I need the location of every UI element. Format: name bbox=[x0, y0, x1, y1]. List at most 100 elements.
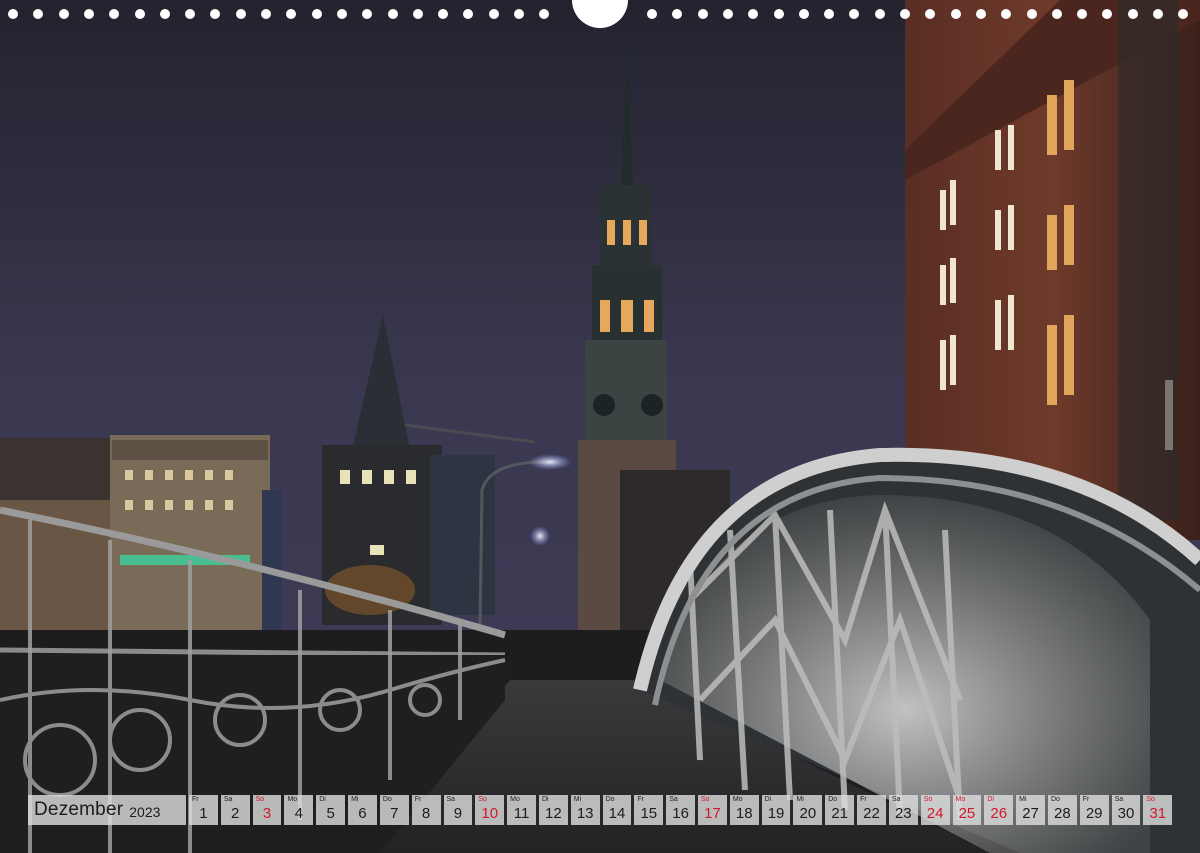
weekday-label: Sa bbox=[1114, 796, 1124, 803]
weekday-label: So bbox=[923, 796, 933, 803]
binding-hole bbox=[134, 9, 145, 19]
day-number: 2 bbox=[231, 805, 240, 822]
weekday-label: Mi bbox=[796, 796, 804, 803]
day-cell: Fr 22 bbox=[857, 795, 886, 825]
weekday-label: Fr bbox=[1082, 796, 1090, 803]
day-number: 6 bbox=[358, 805, 367, 822]
binding-hole bbox=[1127, 9, 1138, 19]
binding-hole bbox=[1051, 9, 1062, 19]
day-number: 17 bbox=[704, 805, 721, 822]
binding-hole bbox=[362, 9, 373, 19]
day-number: 22 bbox=[863, 805, 880, 822]
weekday-label: Mi bbox=[573, 796, 582, 803]
day-cell: Di 26 bbox=[984, 795, 1014, 825]
day-cell: Sa 23 bbox=[888, 795, 918, 825]
weekday-label: Di bbox=[541, 796, 549, 803]
day-number: 14 bbox=[608, 805, 626, 822]
day-cell: So 10 bbox=[475, 795, 505, 825]
day-cell: Do 14 bbox=[602, 795, 632, 825]
binding-hole bbox=[1001, 9, 1012, 19]
month-name: Dezember bbox=[34, 799, 124, 820]
day-cell: So 24 bbox=[920, 795, 950, 825]
day-number: 11 bbox=[513, 805, 530, 822]
binding-hole bbox=[109, 9, 120, 19]
day-cell: Mi 13 bbox=[570, 795, 600, 825]
binding-hole bbox=[539, 9, 550, 19]
weekday-label: Do bbox=[605, 796, 615, 803]
binding-hole bbox=[1102, 9, 1113, 19]
binding-hole bbox=[488, 9, 499, 19]
day-cell: Mi 27 bbox=[1016, 795, 1045, 825]
binding-hole bbox=[235, 9, 246, 19]
day-number: 29 bbox=[1085, 805, 1103, 822]
weekday-label: Fr bbox=[192, 796, 199, 803]
day-cell: Fr 8 bbox=[411, 795, 441, 825]
weekday-label: Fr bbox=[860, 796, 867, 803]
binding-hole bbox=[773, 9, 784, 19]
weekday-label: Di bbox=[764, 796, 772, 803]
weekday-label: Sa bbox=[669, 796, 678, 803]
day-number: 4 bbox=[294, 805, 304, 822]
day-cell: Mi 20 bbox=[793, 795, 823, 825]
weekday-label: Fr bbox=[637, 796, 644, 803]
day-number: 19 bbox=[767, 805, 785, 822]
day-cell: Do 28 bbox=[1047, 795, 1077, 825]
binding-hole bbox=[900, 9, 910, 19]
day-number: 27 bbox=[1022, 805, 1039, 822]
day-cell: Mi 6 bbox=[348, 795, 377, 825]
binding-hole bbox=[286, 9, 297, 19]
day-number: 18 bbox=[735, 805, 753, 822]
binding-hole bbox=[210, 9, 221, 19]
day-cell: Fr 15 bbox=[634, 795, 664, 825]
year: 2023 bbox=[129, 803, 161, 820]
weekday-label: So bbox=[1146, 796, 1155, 803]
day-cell: Di 19 bbox=[761, 795, 791, 825]
binding-hole bbox=[58, 9, 69, 19]
binding-hole bbox=[438, 9, 449, 19]
day-number: 10 bbox=[481, 805, 499, 822]
day-cell: Sa 30 bbox=[1111, 795, 1141, 825]
day-cell: Mo 4 bbox=[284, 795, 314, 825]
day-cell: Do 21 bbox=[825, 795, 855, 825]
binding-hole bbox=[1077, 9, 1088, 19]
binding-hole bbox=[672, 9, 683, 19]
binding-hole bbox=[261, 9, 271, 19]
day-number: 26 bbox=[990, 805, 1008, 822]
day-cell: Di 5 bbox=[316, 795, 346, 825]
binding-hole bbox=[83, 9, 94, 19]
day-number: 5 bbox=[326, 805, 335, 822]
day-number: 13 bbox=[576, 805, 594, 822]
day-number: 15 bbox=[640, 805, 658, 822]
day-number: 9 bbox=[453, 805, 463, 822]
binding-hole bbox=[798, 9, 809, 19]
binding-hole bbox=[336, 9, 347, 19]
binding-hole bbox=[975, 9, 986, 19]
binding-hole bbox=[185, 9, 196, 19]
day-number: 31 bbox=[1149, 805, 1167, 822]
weekday-label: Mo bbox=[955, 796, 966, 803]
binding-hole bbox=[748, 9, 759, 19]
weekday-label: Di bbox=[987, 796, 994, 803]
night-cityscape-photo bbox=[0, 0, 1200, 853]
day-cell: Sa 16 bbox=[666, 795, 695, 825]
weekday-label: Do bbox=[1050, 796, 1060, 803]
weekday-label: Sa bbox=[891, 796, 901, 803]
weekday-label: So bbox=[701, 796, 710, 803]
weekday-label: So bbox=[478, 796, 487, 803]
day-number: 16 bbox=[672, 805, 689, 822]
weekday-label: Fr bbox=[414, 796, 422, 803]
day-number: 12 bbox=[545, 805, 562, 822]
day-number: 28 bbox=[1054, 805, 1071, 822]
weekday-label: Sa bbox=[446, 796, 456, 803]
day-number: 3 bbox=[262, 805, 272, 822]
day-cell: Do 7 bbox=[379, 795, 409, 825]
weekday-label: Do bbox=[828, 796, 838, 803]
binding-hole bbox=[311, 9, 322, 19]
binding-hole bbox=[722, 9, 733, 19]
binding-hole bbox=[1178, 9, 1189, 19]
binding-hole bbox=[647, 9, 657, 19]
binding-hole bbox=[463, 9, 474, 19]
binding-hole bbox=[697, 9, 708, 19]
day-number: 25 bbox=[958, 805, 976, 822]
day-cell: Di 12 bbox=[538, 795, 568, 825]
